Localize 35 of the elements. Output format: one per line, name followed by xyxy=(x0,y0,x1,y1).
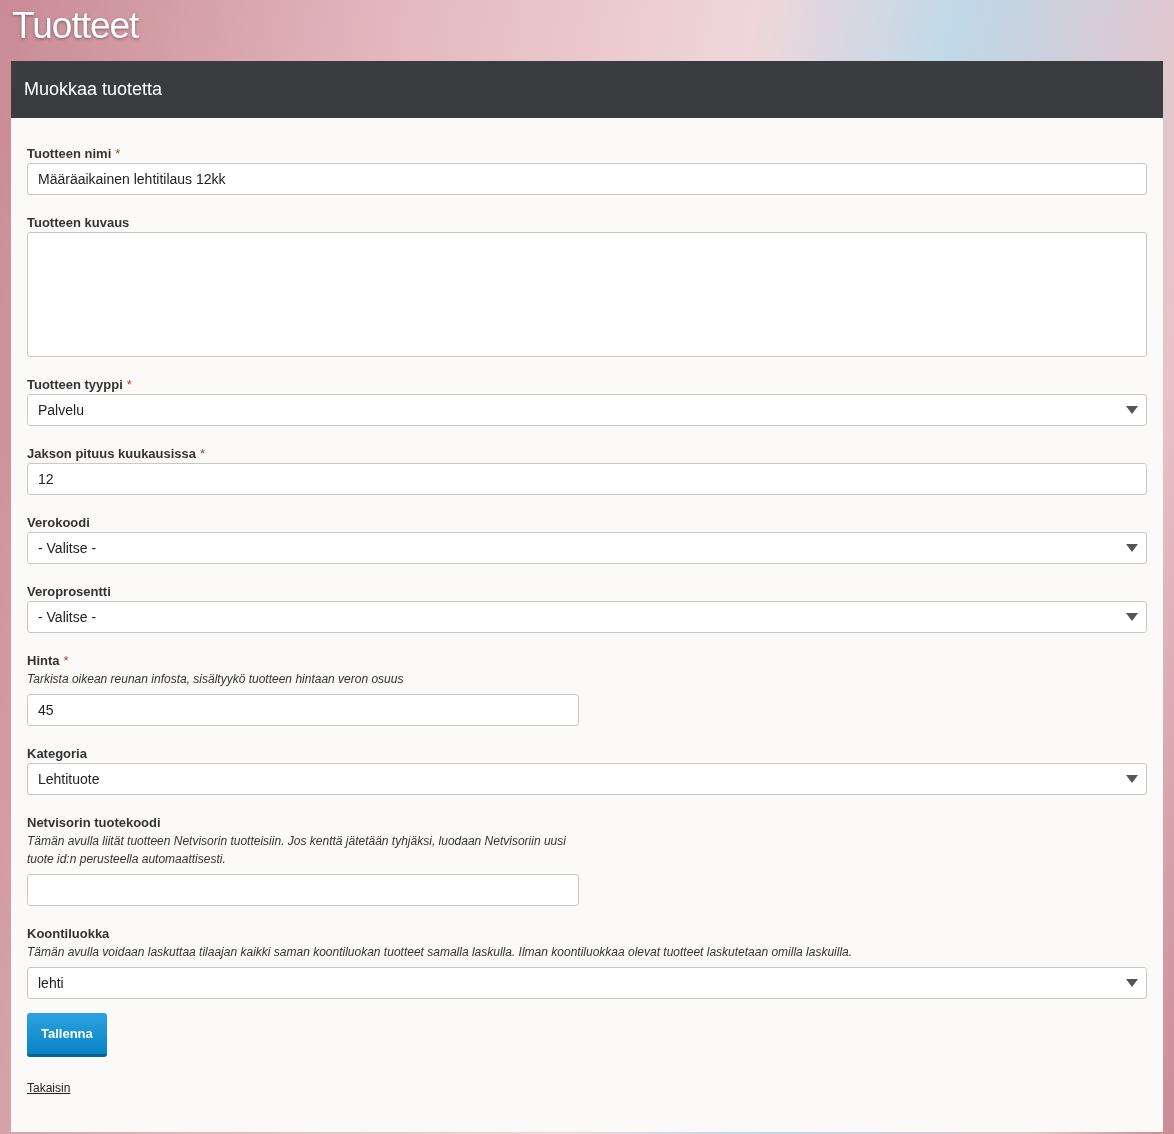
field-hint: Tämän avulla liität tuotteen Netvisorin tuotteisiin. Jos kenttä jätetään tyhjäksi, luodaan Netvisoriin uusi tuote id:n perusteella automaattisesti. xyxy=(27,833,567,868)
field-label: Jakson pituus kuukausissa xyxy=(27,445,197,463)
field-label: Tuotteen nimi xyxy=(27,145,112,163)
caret-icon xyxy=(1126,775,1138,783)
required-mark: * xyxy=(63,652,69,670)
select-dropdown[interactable]: lehti xyxy=(27,967,1147,999)
field-label: Verokoodi xyxy=(27,514,90,532)
card-title: Muokkaa tuotetta xyxy=(24,78,163,101)
caret-icon xyxy=(1126,613,1138,621)
page-title: Tuotteet xyxy=(12,7,139,48)
required-mark: * xyxy=(126,376,132,394)
field-label: Netvisorin tuotekoodi xyxy=(27,814,161,832)
select-dropdown[interactable]: - Valitse - xyxy=(27,532,1147,564)
text-field[interactable] xyxy=(27,874,579,906)
required-mark: * xyxy=(200,445,206,463)
caret-icon xyxy=(1126,979,1138,987)
field-label: Kategoria xyxy=(27,745,87,763)
select-dropdown[interactable]: Lehtituote xyxy=(27,763,1147,795)
field-label: Tuotteen tyyppi xyxy=(27,376,123,394)
text-field[interactable]: Määräaikainen lehtitilaus 12kk xyxy=(27,163,1147,195)
field-hint: Tarkista oikean reunan infosta, sisältyykö tuotteen hintaan veron osuus xyxy=(27,671,405,688)
caret-icon xyxy=(1126,544,1138,552)
field-label: Veroprosentti xyxy=(27,583,111,601)
field-label: Tuotteen kuvaus xyxy=(27,214,130,232)
text-field[interactable]: 12 xyxy=(27,463,1147,495)
select-dropdown[interactable]: - Valitse - xyxy=(27,601,1147,633)
select-dropdown[interactable]: Palvelu xyxy=(27,394,1147,426)
text-area[interactable] xyxy=(27,232,1147,357)
required-mark: * xyxy=(115,145,121,163)
caret-icon xyxy=(1126,406,1138,414)
field-label: Hinta xyxy=(27,652,60,670)
back-link[interactable]: Takaisin xyxy=(27,1081,71,1095)
field-hint: Tämän avulla voidaan laskuttaa tilaajan kaikki saman koontiluokan tuotteet samalla laskulla. Ilman koontiluokkaa olevat tuotteet laskutetaan omilla laskuilla. xyxy=(27,944,854,961)
field-label: Koontiluokka xyxy=(27,925,110,943)
text-field[interactable]: 45 xyxy=(27,694,579,726)
